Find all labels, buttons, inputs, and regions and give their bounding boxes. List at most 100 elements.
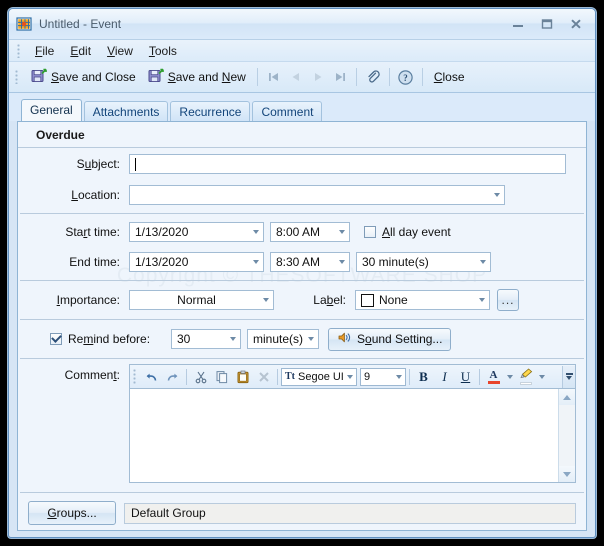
copy-icon[interactable] (211, 367, 232, 387)
font-size-combo[interactable]: 9 (360, 367, 406, 386)
window-title: Untitled - Event (39, 17, 122, 31)
chevron-down-icon[interactable] (474, 291, 489, 309)
menu-view[interactable]: View (99, 42, 141, 60)
start-time-combo[interactable]: 8:00 AM (270, 222, 350, 242)
last-record-button[interactable] (329, 66, 351, 88)
chevron-down-icon[interactable] (258, 291, 273, 309)
help-icon[interactable]: ? (395, 66, 417, 88)
font-color-dropdown[interactable] (504, 367, 515, 387)
font-name-combo[interactable]: Tt Segoe UI (281, 367, 357, 386)
label-label: Label: (313, 293, 346, 307)
divider-2 (20, 280, 584, 281)
subject-label: Subject: (76, 157, 120, 171)
scroll-down-button[interactable] (559, 466, 575, 482)
tab-strip: General Attachments Recurrence Comment (9, 93, 595, 122)
svg-text:?: ? (404, 73, 409, 83)
duration-combo[interactable]: 30 minute(s) (356, 252, 491, 272)
remind-before-label: Remind before: (68, 332, 151, 346)
previous-record-button[interactable] (285, 66, 307, 88)
location-combo[interactable] (129, 185, 505, 205)
chevron-down-icon[interactable] (334, 253, 349, 271)
start-date-combo[interactable]: 1/13/2020 (129, 222, 264, 242)
label-value: None (379, 293, 408, 307)
font-color-button[interactable]: A (483, 367, 504, 387)
highlighter-icon (519, 368, 533, 382)
highlight-button[interactable] (515, 367, 536, 387)
chevron-down-icon[interactable] (303, 330, 318, 348)
tab-comment[interactable]: Comment (252, 101, 323, 122)
chevron-down-icon[interactable] (225, 330, 240, 348)
remind-checkbox-box[interactable] (50, 333, 62, 345)
remind-unit-combo[interactable]: minute(s) (247, 329, 319, 349)
groups-button-label: Groups... (47, 506, 97, 520)
group-footer: Groups... Default Group (18, 496, 586, 530)
menu-grip-handle[interactable] (17, 43, 23, 58)
rtf-overflow-button[interactable] (562, 365, 575, 388)
remind-before-checkbox[interactable]: Remind before: (28, 332, 153, 346)
delete-icon[interactable] (253, 367, 274, 387)
font-name-value: Segoe UI (298, 370, 344, 383)
tab-general[interactable]: General (21, 99, 82, 121)
save-and-new-button[interactable]: Save and New (142, 64, 252, 90)
importance-combo[interactable]: Normal (129, 290, 274, 310)
rtf-separator-3 (409, 368, 410, 385)
italic-button[interactable]: I (434, 367, 455, 387)
toolbar-grip-handle[interactable] (15, 70, 21, 84)
comment-editor[interactable] (129, 388, 576, 483)
scroll-up-button[interactable] (559, 389, 575, 405)
menu-edit[interactable]: Edit (62, 42, 99, 60)
comment-vertical-scrollbar[interactable] (558, 389, 575, 482)
label-combo[interactable]: None (355, 290, 490, 310)
all-day-event-checkbox[interactable]: All day event (364, 225, 451, 239)
save-disk-icon (31, 68, 47, 87)
maximize-button[interactable] (533, 14, 561, 35)
font-color-swatch (487, 380, 500, 384)
chevron-down-icon[interactable] (248, 253, 263, 271)
font-color-letter: A (489, 368, 498, 381)
close-toolbar-button[interactable]: Close (428, 64, 471, 90)
save-and-close-button[interactable]: Save and Close (25, 64, 142, 90)
groups-button[interactable]: Groups... (28, 501, 116, 525)
divider-4 (20, 358, 584, 359)
subject-input[interactable] (129, 154, 566, 174)
all-day-checkbox-box[interactable] (364, 226, 376, 238)
menu-file[interactable]: File (27, 42, 62, 60)
end-time-combo[interactable]: 8:30 AM (270, 252, 350, 272)
label-more-button[interactable]: ... (497, 289, 519, 311)
toolbar-separator-1 (256, 68, 258, 86)
overdue-status-label: Overdue (18, 122, 586, 148)
sound-setting-button[interactable]: Sound Setting... (328, 327, 452, 351)
underline-button[interactable]: U (455, 367, 476, 387)
chevron-down-icon[interactable] (248, 223, 263, 241)
start-time-label: Start time: (65, 225, 120, 239)
close-button[interactable] (562, 14, 590, 35)
remind-amount-combo[interactable]: 30 (171, 329, 241, 349)
cut-icon[interactable] (190, 367, 211, 387)
chevron-down-icon[interactable] (489, 186, 504, 204)
tab-recurrence[interactable]: Recurrence (170, 101, 251, 122)
duration-value: 30 minute(s) (362, 255, 429, 269)
menu-tools[interactable]: Tools (141, 42, 185, 60)
tab-attachments[interactable]: Attachments (83, 101, 169, 122)
speaker-icon (337, 330, 352, 348)
start-time-value: 8:00 AM (276, 225, 321, 239)
comment-text-area[interactable] (130, 389, 558, 482)
bold-button[interactable]: B (413, 367, 434, 387)
next-record-button[interactable] (307, 66, 329, 88)
chevron-down-icon[interactable] (334, 223, 349, 241)
highlight-dropdown[interactable] (536, 367, 547, 387)
rtf-grip-handle[interactable] (133, 368, 139, 385)
chevron-down-icon[interactable] (396, 374, 402, 379)
paste-icon[interactable] (232, 367, 253, 387)
minimize-button[interactable] (504, 14, 532, 35)
redo-icon[interactable] (162, 367, 183, 387)
group-value-field: Default Group (124, 502, 576, 524)
remind-amount-value: 30 (177, 332, 191, 346)
end-date-combo[interactable]: 1/13/2020 (129, 252, 264, 272)
chevron-down-icon[interactable] (475, 253, 490, 271)
undo-icon[interactable] (141, 367, 162, 387)
attachment-icon[interactable] (362, 66, 384, 88)
first-record-button[interactable] (263, 66, 285, 88)
menu-tools-label: ools (154, 43, 177, 58)
chevron-down-icon[interactable] (347, 374, 353, 379)
